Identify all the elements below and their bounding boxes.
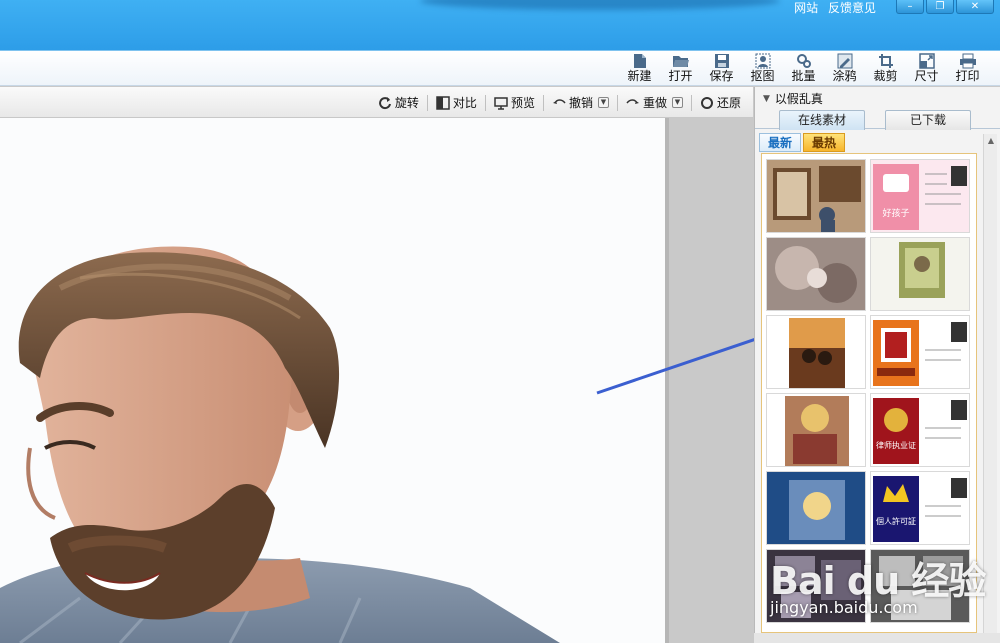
thumbnail-image: 律师执业证	[871, 394, 969, 466]
scroll-up-icon[interactable]: ▲	[984, 134, 998, 148]
thumbnail-item[interactable]	[766, 237, 866, 311]
thumbnail-image	[767, 238, 865, 310]
thumbnail-item[interactable]	[870, 237, 970, 311]
thumbnail-caption: 律师执业证	[876, 440, 916, 450]
tab-downloaded[interactable]: 已下载	[885, 110, 971, 130]
thumbnail-image	[767, 394, 865, 466]
panel-title-label: 以假乱真	[774, 92, 823, 106]
thumbnail-item[interactable]: 律师执业证	[870, 393, 970, 467]
thumbnail-item[interactable]	[766, 393, 866, 467]
panel-title[interactable]: ▼ 以假乱真	[763, 90, 823, 107]
collapse-triangle-icon: ▼	[763, 93, 770, 104]
thumbnail-image: 好孩子	[871, 160, 969, 232]
tab-newest[interactable]: 最新	[759, 133, 802, 152]
thumbnail-image	[871, 316, 969, 388]
baidu-watermark-url: jingyan.baidu.com	[770, 598, 918, 617]
baidu-watermark: Bai du 经验	[770, 559, 986, 603]
thumbnail-item[interactable]: 好孩子	[870, 159, 970, 233]
thumbnail-image	[767, 160, 865, 232]
tab-hottest[interactable]: 最热	[803, 133, 846, 152]
thumbnail-item[interactable]	[766, 159, 866, 233]
thumbnail-image	[871, 238, 969, 310]
thumbnail-item[interactable]: 個人許可証	[870, 471, 970, 545]
thumbnail-item[interactable]	[766, 315, 866, 389]
tab-online-materials[interactable]: 在线素材	[779, 110, 865, 130]
panel-bottom-strip	[754, 633, 1000, 643]
thumbnail-caption: 個人許可証	[876, 516, 916, 526]
thumbnail-image	[767, 472, 865, 544]
thumbnail-image	[767, 316, 865, 388]
thumbnail-item[interactable]	[766, 471, 866, 545]
thumbnail-caption: 好孩子	[882, 207, 909, 219]
thumbnail-image: 個人許可証	[871, 472, 969, 544]
thumbnail-item[interactable]	[870, 315, 970, 389]
sort-tabs: 最新 最热	[759, 133, 846, 152]
panel-tabs: 在线素材 已下载	[755, 109, 1000, 130]
